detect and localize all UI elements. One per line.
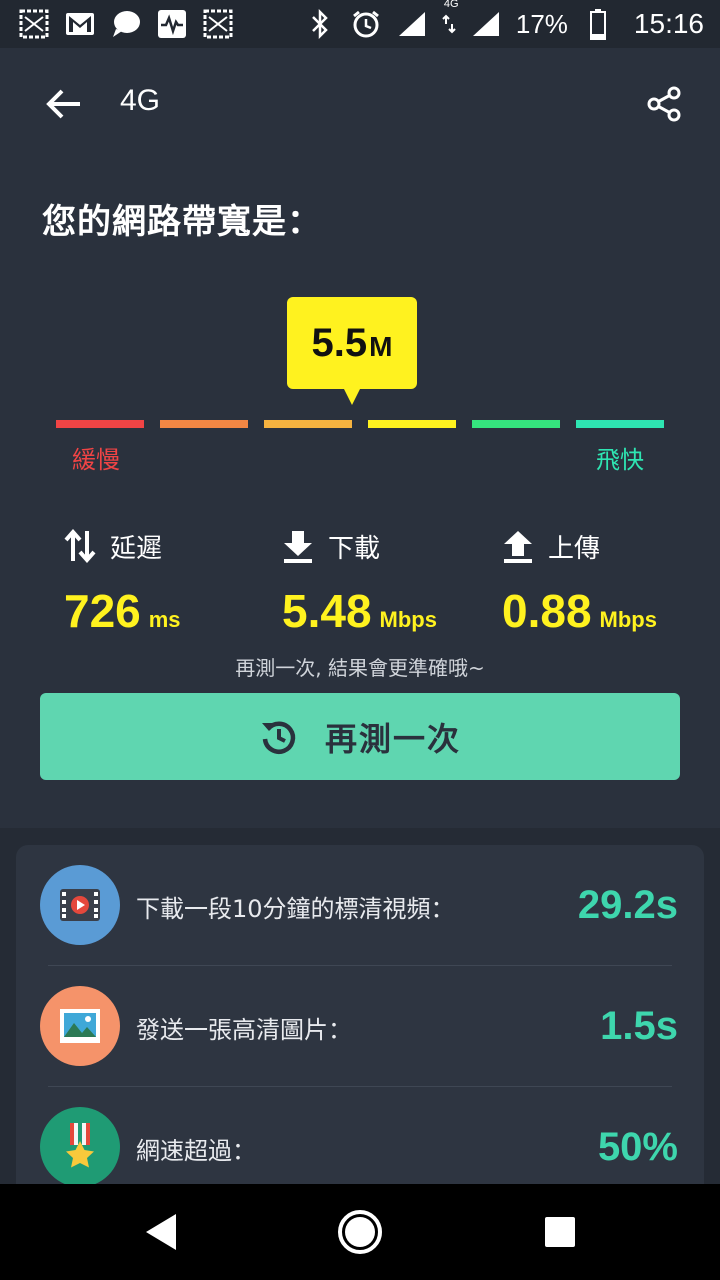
bandwidth-unit: M — [369, 331, 393, 362]
signal-icon — [396, 8, 428, 40]
alarm-icon — [350, 8, 382, 40]
slow-label: 緩慢 — [72, 446, 120, 474]
scale-segment — [264, 420, 352, 428]
network-badge: 4G — [443, 0, 459, 10]
back-button[interactable] — [40, 82, 88, 126]
status-bar: 4G 17% 15:16 — [0, 0, 720, 48]
nav-home-button[interactable] — [336, 1208, 384, 1256]
latency-arrows-icon — [64, 529, 96, 563]
mobile-data-indicator: 4G — [442, 0, 459, 36]
upload-metric: 上傳 0.88 Mbps — [502, 524, 720, 638]
results-card: 下載一段10分鐘的標清視頻： 29.2s 發送一張高清圖片： 1.5s 網速超過… — [16, 845, 704, 1184]
result-row-percentile: 網速超過： 50% — [16, 1087, 704, 1184]
activity-icon — [156, 8, 188, 40]
result-label-image: 發送一張高清圖片： — [136, 1016, 352, 1044]
upload-unit: Mbps — [599, 607, 657, 632]
upload-label: 上傳 — [548, 533, 601, 564]
navigation-bar — [0, 1184, 720, 1280]
download-value: 5.48 — [282, 585, 372, 637]
home-circle-icon — [338, 1210, 382, 1254]
upload-value: 0.88 — [502, 585, 592, 637]
battery-icon — [582, 8, 614, 40]
result-value-video: 29.2s — [577, 883, 678, 927]
clock: 15:16 — [633, 8, 704, 39]
notification-icon — [18, 8, 50, 40]
latency-unit: ms — [148, 607, 181, 632]
latency-label: 延遲 — [110, 533, 163, 564]
nav-back-button[interactable] — [136, 1208, 184, 1256]
retest-label: 再測一次 — [324, 719, 461, 758]
refresh-icon — [261, 720, 296, 754]
fast-label: 飛快 — [596, 446, 644, 474]
result-label-video: 下載一段10分鐘的標清視頻： — [136, 895, 455, 923]
nav-recents-button[interactable] — [536, 1208, 584, 1256]
status-left — [18, 8, 234, 40]
square-recents-icon — [545, 1217, 575, 1247]
scale-segment — [576, 420, 664, 428]
result-row-image: 發送一張高清圖片： 1.5s — [16, 966, 704, 1086]
upload-icon — [504, 531, 532, 563]
data-arrows-icon — [442, 14, 456, 34]
download-label: 下載 — [328, 533, 381, 564]
share-icon — [647, 86, 681, 122]
result-value-percentile: 50% — [597, 1125, 678, 1169]
latency-metric: 延遲 726 ms — [64, 524, 284, 638]
download-icon — [284, 531, 312, 563]
bluetooth-icon — [304, 8, 336, 40]
gmail-icon — [64, 8, 96, 40]
battery-percent: 17% — [515, 8, 568, 39]
retest-hint: 再測一次, 結果會更準確哦~ — [235, 656, 485, 680]
bandwidth-bubble: 5.5 M — [287, 297, 417, 405]
status-right: 4G 17% 15:16 — [304, 0, 704, 40]
image-icon — [40, 986, 120, 1066]
app-bar: 4G — [0, 48, 720, 160]
download-metric: 下載 5.48 Mbps — [282, 524, 502, 638]
share-button[interactable] — [640, 80, 688, 128]
scale-segment — [472, 420, 560, 428]
latency-value: 726 — [64, 585, 141, 637]
notification-icon — [202, 8, 234, 40]
download-unit: Mbps — [379, 607, 437, 632]
triangle-back-icon — [146, 1214, 176, 1250]
result-row-video: 下載一段10分鐘的標清視頻： 29.2s — [16, 845, 704, 965]
page-title: 4G — [120, 84, 161, 117]
medal-icon — [40, 1107, 120, 1184]
chat-icon — [110, 8, 142, 40]
speed-scale — [56, 420, 664, 428]
scale-segment — [56, 420, 144, 428]
scale-segment — [160, 420, 248, 428]
signal-icon — [470, 8, 502, 40]
video-icon — [40, 865, 120, 945]
result-value-image: 1.5s — [600, 1004, 678, 1048]
bandwidth-value: 5.5 — [311, 320, 368, 365]
arrow-left-icon — [46, 89, 80, 119]
retest-button[interactable]: 再測一次 — [40, 693, 680, 780]
result-label-percentile: 網速超過： — [136, 1137, 256, 1165]
scale-segment — [368, 420, 456, 428]
bandwidth-heading: 您的網路帶寬是： — [42, 202, 322, 242]
